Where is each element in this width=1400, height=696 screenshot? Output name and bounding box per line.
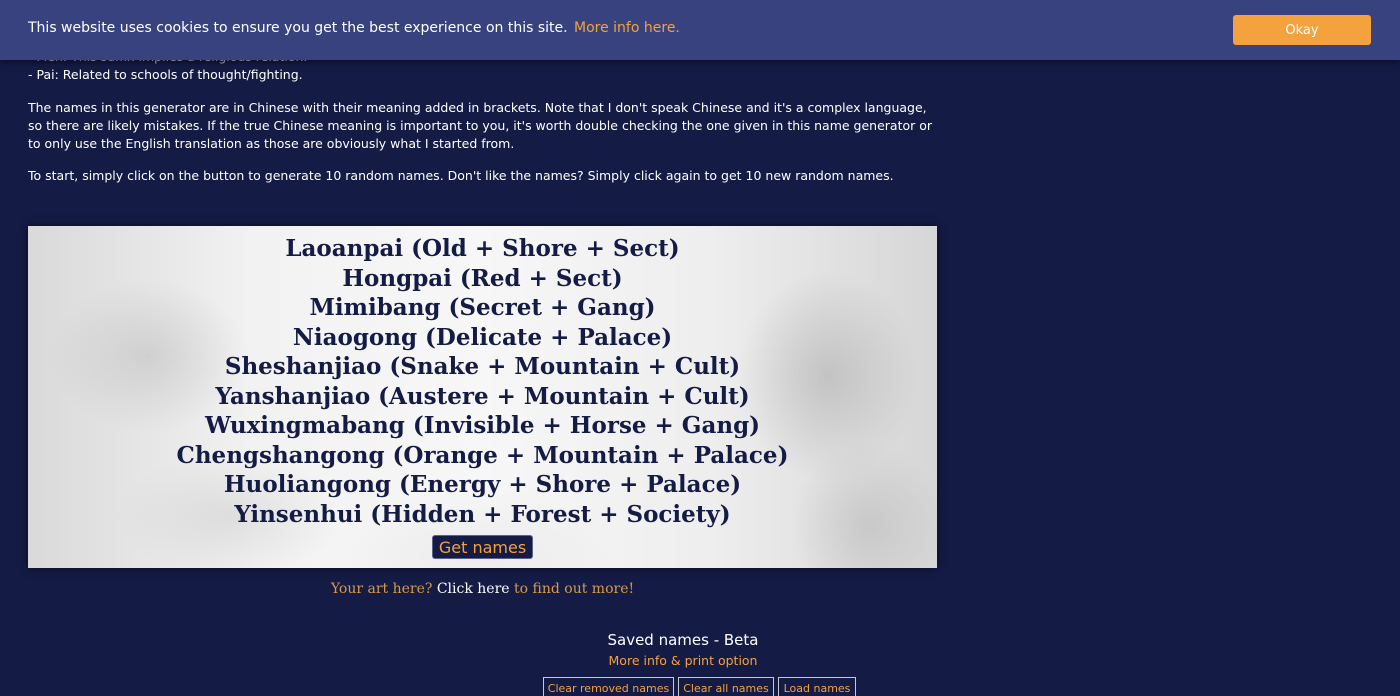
cookie-text-container: This website uses cookies to ensure you …: [28, 20, 680, 36]
saved-names-title: Saved names - Beta: [607, 631, 759, 649]
generated-name: Yinsenhui (Hidden + Forest + Society): [234, 500, 731, 528]
page: - Men: This suffix implies a religious r…: [0, 0, 1400, 696]
get-names-button[interactable]: Get names: [432, 535, 533, 559]
generated-name: Yanshanjiao (Austere + Mountain + Cult): [215, 382, 750, 410]
generated-name: Sheshanjiao (Snake + Mountain + Cult): [224, 353, 741, 380]
art-promo-suffix: to find out more!: [514, 581, 635, 597]
generated-name: Chengshangong (Orange + Mountain + Palac…: [176, 441, 789, 469]
art-promo-link[interactable]: Click here: [437, 581, 510, 597]
saved-names-more-info-link[interactable]: More info & print option: [548, 653, 818, 668]
clear-removed-names-button[interactable]: Clear removed names: [543, 677, 674, 696]
cookie-message: This website uses cookies to ensure you …: [28, 20, 568, 36]
intro-line-pai: - Pai: Related to schools of thought/fig…: [28, 67, 303, 82]
generator-box: Laoanpai (Old + Shore + Sect) Hongpai (R…: [28, 226, 937, 568]
intro-paragraph-start: To start, simply click on the button to …: [28, 168, 894, 183]
intro-paragraph-names: The names in this generator are in Chine…: [28, 100, 933, 151]
load-names-button[interactable]: Load names: [778, 677, 856, 696]
generated-name: Mimibang (Secret + Gang): [309, 294, 656, 321]
generated-name: Hongpai (Red + Sect): [342, 264, 623, 292]
generated-name: Wuxingmabang (Invisible + Horse + Gang): [204, 412, 761, 439]
art-promo-line: Your art here? Click here to find out mo…: [28, 581, 937, 597]
cookie-banner: This website uses cookies to ensure you …: [0, 0, 1400, 60]
clear-all-names-button[interactable]: Clear all names: [678, 677, 774, 696]
generated-name: Niaogong (Delicate + Palace): [292, 323, 673, 351]
generated-names-list: Laoanpai (Old + Shore + Sect) Hongpai (R…: [28, 234, 937, 529]
cookie-more-info-link[interactable]: More info here.: [574, 20, 680, 36]
art-promo-prefix: Your art here?: [330, 581, 433, 597]
generated-name: Huoliangong (Energy + Shore + Palace): [223, 471, 742, 498]
generated-name: Laoanpai (Old + Shore + Sect): [285, 235, 680, 262]
cookie-okay-button[interactable]: Okay: [1233, 15, 1371, 45]
